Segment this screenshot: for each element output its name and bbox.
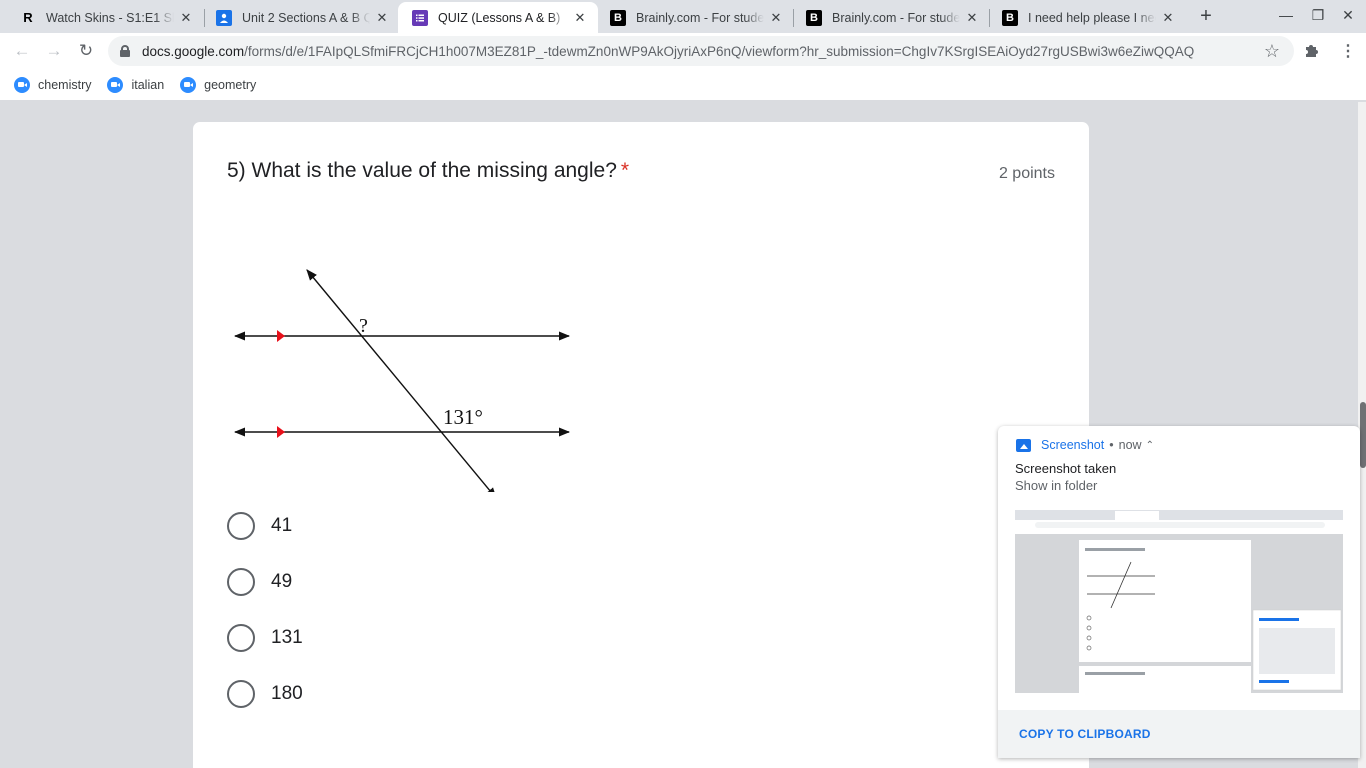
option-180[interactable]: 180	[227, 680, 303, 708]
classroom-favicon-icon	[216, 9, 232, 26]
option-label: 131	[271, 627, 303, 648]
tab-brainly-1[interactable]: B Brainly.com - For students ✕	[596, 2, 794, 33]
bookmark-label: chemistry	[38, 77, 92, 92]
parallel-lines-transversal-figure: ? 131°	[233, 269, 571, 492]
notification-time: now	[1118, 438, 1142, 452]
tab-title: Brainly.com - For students	[636, 10, 764, 25]
reload-icon[interactable]: ↻	[76, 41, 96, 61]
close-icon[interactable]: ✕	[178, 10, 194, 26]
zoom-icon	[107, 76, 124, 93]
zoom-icon	[180, 76, 197, 93]
window-close-icon[interactable]: ✕	[1338, 7, 1358, 24]
tab-watch-skins[interactable]: R Watch Skins - S1:E1 Skins ✕	[6, 2, 204, 33]
tab-brainly-2[interactable]: B Brainly.com - For students ✕	[792, 2, 990, 33]
brainly-favicon-icon: B	[806, 9, 822, 26]
url-text[interactable]: docs.google.com/forms/d/e/1FAIpQLSfmiFRC…	[142, 44, 1252, 59]
bookmark-label: italian	[131, 77, 165, 92]
close-icon[interactable]: ✕	[1160, 10, 1176, 26]
rokeyes-favicon-icon: R	[23, 10, 33, 25]
notification-header: Screenshot • now ⌃	[1016, 438, 1154, 452]
points-label: 2 points	[998, 165, 1055, 182]
copy-to-clipboard-button[interactable]: COPY TO CLIPBOARD	[1019, 727, 1151, 741]
tab-unit2-quiz[interactable]: Unit 2 Sections A & B QUIZ ✕	[202, 2, 400, 33]
url-path: /forms/d/e/1FAIpQLSfmiFRCjCH1h007M3EZ81P…	[244, 43, 1195, 59]
bookmark-geometry[interactable]: geometry	[180, 76, 257, 93]
lock-icon[interactable]	[120, 45, 130, 57]
option-131[interactable]: 131	[227, 624, 303, 652]
question-title: 5) What is the value of the missing angl…	[227, 159, 629, 183]
forms-favicon-icon	[412, 9, 428, 26]
address-bar[interactable]: docs.google.com/forms/d/e/1FAIpQLSfmiFRC…	[108, 36, 1294, 66]
option-label: 41	[271, 515, 293, 536]
close-icon[interactable]: ✕	[374, 10, 390, 26]
image-icon	[1016, 438, 1031, 452]
radio-button[interactable]	[227, 568, 255, 596]
forward-arrow-icon[interactable]: →	[44, 41, 64, 61]
transversal-line	[306, 269, 497, 492]
scrollbar-thumb[interactable]	[1360, 402, 1366, 468]
notification-title: Screenshot taken	[1015, 461, 1117, 476]
brainly-favicon-icon: B	[1002, 9, 1018, 26]
tab-title: I need help please I need	[1028, 10, 1156, 25]
restore-icon[interactable]: ❐	[1308, 7, 1328, 24]
kebab-menu-icon[interactable]: ⋮	[1338, 41, 1358, 61]
extensions-puzzle-icon[interactable]	[1302, 41, 1322, 61]
radio-button[interactable]	[227, 680, 255, 708]
tab-quiz-active[interactable]: QUIZ (Lessons A & B) ✕	[398, 2, 598, 33]
chevron-up-icon[interactable]: ⌃	[1146, 440, 1154, 451]
minimize-icon[interactable]: —	[1276, 7, 1296, 23]
bookmark-chemistry[interactable]: chemistry	[14, 76, 92, 93]
new-tab-plus-icon[interactable]: +	[1196, 6, 1216, 26]
browser-toolbar: ← → ↻ docs.google.com/forms/d/e/1FAIpQLS…	[0, 33, 1366, 69]
given-angle-label: 131°	[443, 405, 483, 429]
back-arrow-icon[interactable]: ←	[12, 41, 32, 61]
close-icon[interactable]: ✕	[964, 10, 980, 26]
bookmark-star-icon[interactable]: ☆	[1264, 41, 1280, 62]
tab-title: Brainly.com - For students	[832, 10, 960, 25]
option-label: 49	[271, 571, 293, 592]
tab-title: Watch Skins - S1:E1 Skins	[46, 10, 174, 25]
screenshot-thumbnail[interactable]	[1015, 510, 1343, 693]
notification-separator: •	[1109, 438, 1114, 452]
tab-brainly-3[interactable]: B I need help please I need ✕	[988, 2, 1186, 33]
notification-app-name: Screenshot	[1041, 438, 1105, 452]
show-in-folder-link[interactable]: Show in folder	[1015, 478, 1097, 493]
parallel-marker-icon	[277, 426, 285, 438]
bookmarks-bar: chemistry italian geometry	[0, 69, 1366, 101]
option-label: 180	[271, 683, 303, 704]
option-49[interactable]: 49	[227, 568, 292, 596]
question-text: 5) What is the value of the missing angl…	[227, 159, 617, 182]
option-41[interactable]: 41	[227, 512, 292, 540]
radio-button[interactable]	[227, 624, 255, 652]
parallel-marker-icon	[277, 330, 285, 342]
tab-title: QUIZ (Lessons A & B)	[438, 10, 561, 25]
question-card: 5) What is the value of the missing angl…	[192, 121, 1090, 768]
tab-title: Unit 2 Sections A & B QUIZ	[242, 10, 370, 25]
notification-footer: COPY TO CLIPBOARD	[998, 710, 1360, 758]
bookmark-italian[interactable]: italian	[107, 76, 165, 93]
url-host: docs.google.com	[142, 43, 245, 59]
tab-strip: R Watch Skins - S1:E1 Skins ✕ Unit 2 Sec…	[0, 0, 1366, 33]
screenshot-notification[interactable]: Screenshot • now ⌃ Screenshot taken Show…	[998, 426, 1360, 758]
close-icon[interactable]: ✕	[572, 10, 588, 26]
required-asterisk: *	[620, 159, 630, 182]
unknown-angle-label: ?	[359, 315, 368, 337]
close-icon[interactable]: ✕	[768, 10, 784, 26]
bookmark-label: geometry	[204, 77, 257, 92]
zoom-icon	[14, 76, 30, 93]
brainly-favicon-icon: B	[610, 9, 626, 26]
radio-button[interactable]	[227, 512, 255, 540]
